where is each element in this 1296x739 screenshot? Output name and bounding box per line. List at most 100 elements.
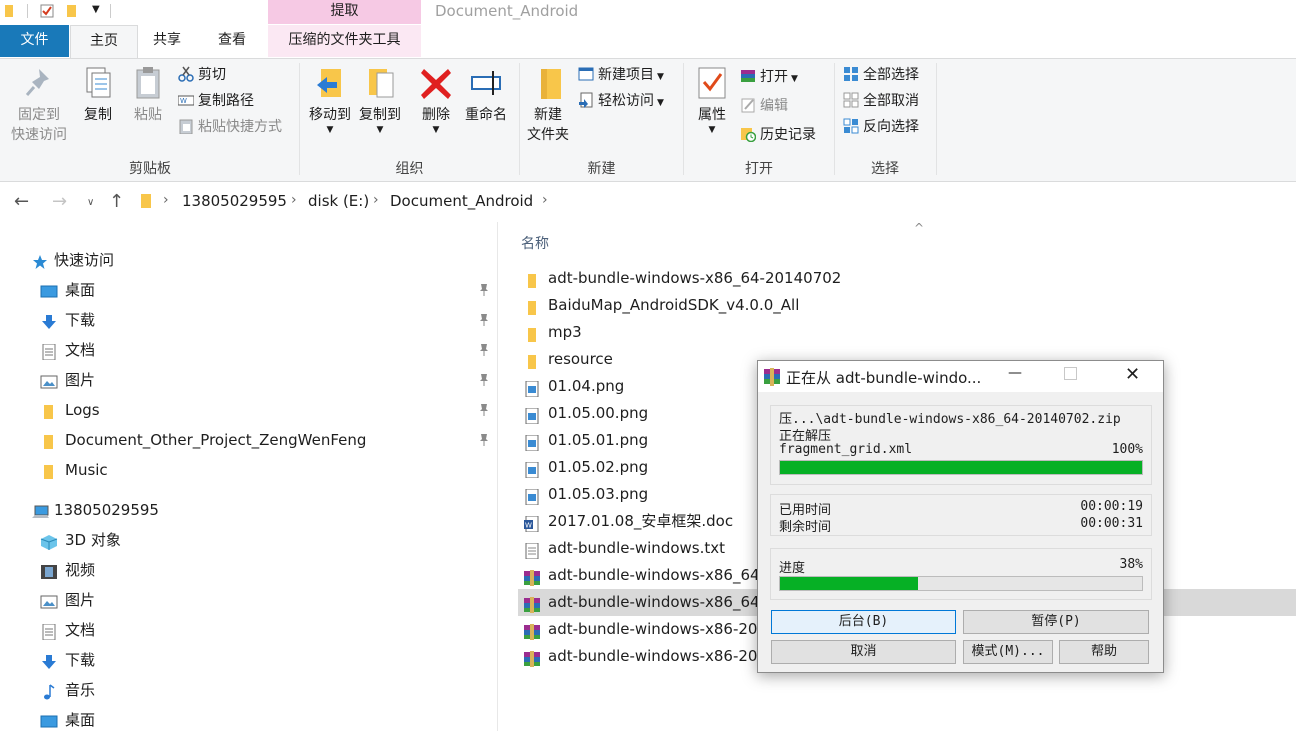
pin-to-quick-access-button[interactable]: 固定到 快速访问 <box>8 65 70 145</box>
nav-item-downloads-pc[interactable]: 下载 <box>40 646 95 674</box>
file-row[interactable]: mp3 <box>518 319 1296 346</box>
recent-locations-chevron-icon[interactable]: ∨ <box>87 197 94 208</box>
breadcrumb-this-pc[interactable]: 13805029595 <box>182 192 287 210</box>
nav-item-logs[interactable]: Logs <box>40 396 100 424</box>
select-all-button[interactable]: 全部选择 <box>843 64 919 86</box>
nav-item-music[interactable]: 音乐 <box>40 676 95 704</box>
pin-label-2: 快速访问 <box>11 127 67 143</box>
invert-selection-label: 反向选择 <box>863 119 919 135</box>
nav-quick-access[interactable]: 快速访问 <box>32 246 114 274</box>
nav-item-documents-pc[interactable]: 文档 <box>40 616 95 644</box>
breadcrumb-separator-icon[interactable]: › <box>542 192 548 208</box>
invert-selection-button[interactable]: 反向选择 <box>843 116 919 138</box>
select-none-icon <box>843 92 859 108</box>
maximize-icon <box>1064 367 1077 380</box>
help-button[interactable]: 帮助 <box>1059 640 1149 664</box>
download-arrow-icon <box>40 311 58 329</box>
paste-shortcut-button[interactable]: 粘贴快捷方式 <box>178 116 282 138</box>
close-icon[interactable]: ✕ <box>1125 364 1140 385</box>
dropdown-arrow-icon: ▼ <box>657 98 664 108</box>
properties-quick-icon[interactable] <box>40 4 54 18</box>
nav-item-label: 视频 <box>65 561 96 579</box>
winrar-icon <box>740 68 756 84</box>
rename-button[interactable]: 重命名 <box>460 65 512 125</box>
star-icon <box>32 251 48 269</box>
computer-icon <box>32 501 49 518</box>
pin-icon[interactable] <box>478 403 490 417</box>
copy-button[interactable]: 复制 <box>72 65 124 125</box>
cut-label: 剪切 <box>198 67 226 83</box>
move-to-button[interactable]: 移动到 ▼ <box>304 65 356 135</box>
minimize-icon[interactable]: — <box>1008 365 1022 381</box>
nav-item-downloads[interactable]: 下载 <box>40 306 95 334</box>
cut-button[interactable]: 剪切 <box>178 64 226 86</box>
breadcrumb-separator-icon[interactable]: › <box>291 192 297 208</box>
nav-item-desktop[interactable]: 桌面 <box>40 276 95 304</box>
pin-icon[interactable] <box>478 433 490 447</box>
tab-home[interactable]: 主页 <box>70 25 138 59</box>
forward-arrow-icon[interactable]: → <box>52 191 67 212</box>
customize-toolbar-icon[interactable]: ▼ <box>92 4 100 15</box>
music-note-icon <box>40 681 58 699</box>
nav-item-pictures[interactable]: 图片 <box>40 366 95 394</box>
file-progress-bar <box>779 460 1143 475</box>
new-item-button[interactable]: 新建项目 ▼ <box>578 64 664 88</box>
delete-button[interactable]: 删除 ▼ <box>410 65 462 135</box>
back-arrow-icon[interactable]: ← <box>14 191 29 212</box>
svg-text:W: W <box>525 522 532 530</box>
cancel-button[interactable]: 取消 <box>771 640 956 664</box>
cube-icon <box>40 531 58 550</box>
file-row[interactable]: adt-bundle-windows-x86_64-20140702 <box>518 265 1296 292</box>
paste-button[interactable]: 粘贴 <box>122 65 174 125</box>
easy-access-button[interactable]: 轻松访问 ▼ <box>578 90 664 114</box>
nav-item-desktop-pc[interactable]: 桌面 <box>40 706 95 734</box>
archive-icon <box>524 568 540 586</box>
pause-button[interactable]: 暂停(P) <box>963 610 1149 634</box>
tab-view[interactable]: 查看 <box>203 25 261 57</box>
copy-to-button[interactable]: 复制到 ▼ <box>354 65 406 135</box>
nav-item-3d-objects[interactable]: 3D 对象 <box>40 526 121 554</box>
nav-item-videos[interactable]: 视频 <box>40 556 95 584</box>
file-row[interactable]: BaiduMap_AndroidSDK_v4.0.0_All <box>518 292 1296 319</box>
pin-icon[interactable] <box>478 283 490 297</box>
up-arrow-icon[interactable]: ↑ <box>109 191 124 212</box>
breadcrumb-separator-icon[interactable]: › <box>373 192 379 208</box>
pin-icon[interactable] <box>478 313 490 327</box>
properties-button[interactable]: 属性 ▼ <box>686 65 738 135</box>
edit-button[interactable]: 编辑 <box>740 95 788 117</box>
nav-item-documents[interactable]: 文档 <box>40 336 95 364</box>
image-file-icon <box>524 433 540 452</box>
remaining-value: 00:00:31 <box>1080 516 1143 531</box>
tab-compressed-folder-tools[interactable]: 压缩的文件夹工具 <box>268 25 421 57</box>
tab-share[interactable]: 共享 <box>138 25 196 57</box>
breadcrumb-document-android[interactable]: Document_Android <box>390 192 533 210</box>
pin-icon[interactable] <box>478 343 490 357</box>
edit-label: 编辑 <box>760 98 788 114</box>
background-button[interactable]: 后台(B) <box>771 610 956 634</box>
select-none-button[interactable]: 全部取消 <box>843 90 919 112</box>
tab-file[interactable]: 文件 <box>0 25 69 57</box>
copy-to-icon <box>363 65 397 101</box>
new-folder-button[interactable]: 新建 文件夹 <box>522 65 574 145</box>
picture-icon <box>40 591 58 608</box>
nav-item-label: 音乐 <box>65 681 96 699</box>
open-button[interactable]: 打开 ▼ <box>740 66 798 90</box>
archive-icon <box>524 595 540 613</box>
breadcrumb-disk-e[interactable]: disk (E:) <box>308 192 369 210</box>
new-folder-quick-icon[interactable] <box>66 4 80 18</box>
nav-item-document-other-project[interactable]: Document_Other_Project_ZengWenFeng <box>40 426 366 454</box>
pin-icon[interactable] <box>478 373 490 387</box>
breadcrumb-separator-icon[interactable]: › <box>163 192 169 208</box>
column-header-name[interactable]: 名称 <box>521 233 549 253</box>
pane-divider[interactable] <box>497 222 498 731</box>
mode-button[interactable]: 模式(M)... <box>963 640 1053 664</box>
delete-icon <box>419 65 453 101</box>
history-button[interactable]: 历史记录 <box>740 124 816 146</box>
nav-item-pictures-pc[interactable]: 图片 <box>40 586 95 614</box>
nav-this-pc[interactable]: 13805029595 <box>32 496 159 524</box>
dialog-title: 正在从 adt-bundle-windo... <box>786 369 982 387</box>
pin-label-1: 固定到 <box>18 107 60 123</box>
copy-path-button[interactable]: W 复制路径 <box>177 90 254 112</box>
desktop-icon <box>40 711 58 727</box>
nav-item-music-folder[interactable]: Music <box>40 456 108 484</box>
